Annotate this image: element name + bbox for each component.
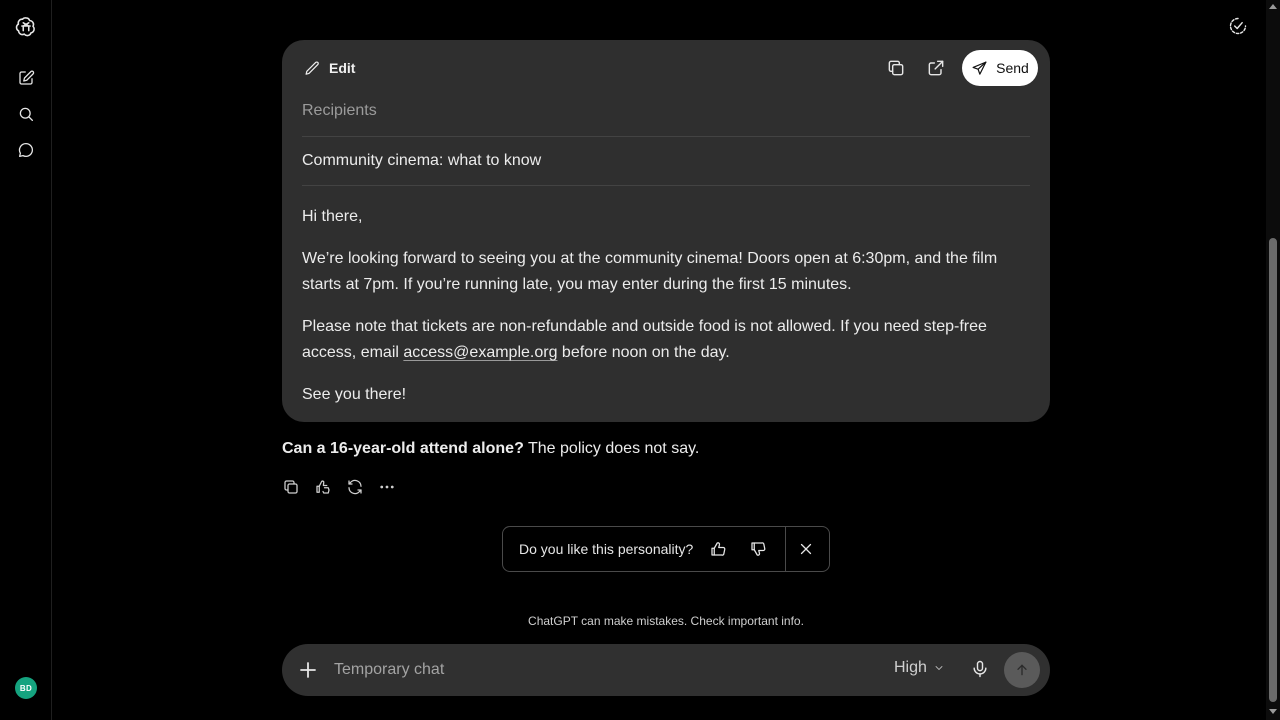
chats-icon[interactable] bbox=[14, 138, 38, 162]
sidebar: BD bbox=[0, 0, 52, 720]
personality-question: Do you like this personality? bbox=[519, 541, 694, 557]
recipients-field[interactable]: Recipients bbox=[302, 102, 1030, 120]
email-greeting: Hi there, bbox=[302, 208, 363, 225]
response-answer: The policy does not say. bbox=[523, 440, 700, 457]
thumbs-up-icon[interactable] bbox=[709, 540, 729, 560]
open-external-icon[interactable] bbox=[926, 58, 946, 78]
chat-input[interactable] bbox=[334, 656, 854, 684]
email-closing: See you there! bbox=[302, 386, 407, 403]
scrollbar[interactable] bbox=[1266, 0, 1280, 720]
paper-plane-icon bbox=[972, 61, 987, 75]
regenerate-icon[interactable] bbox=[346, 478, 366, 498]
new-chat-icon[interactable] bbox=[14, 66, 38, 90]
search-icon[interactable] bbox=[14, 102, 38, 126]
scroll-down-arrow-icon[interactable] bbox=[1269, 709, 1277, 714]
divider bbox=[302, 185, 1030, 186]
send-button-label: Send bbox=[996, 60, 1029, 76]
assistant-response: Can a 16-year-old attend alone? The poli… bbox=[282, 440, 699, 458]
avatar[interactable]: BD bbox=[15, 677, 37, 699]
temporary-chat-check-icon[interactable] bbox=[1228, 16, 1248, 36]
reasoning-level-label: High bbox=[894, 659, 927, 676]
add-attachment-icon[interactable] bbox=[296, 658, 320, 682]
email-paragraph-1: We’re looking forward to seeing you at t… bbox=[302, 250, 998, 293]
arrow-up-icon bbox=[1017, 664, 1027, 676]
openai-logo-icon[interactable] bbox=[14, 14, 38, 38]
chevron-down-icon bbox=[935, 666, 943, 670]
divider bbox=[785, 527, 786, 571]
scrollbar-thumb[interactable] bbox=[1269, 238, 1277, 702]
subject-field[interactable]: Community cinema: what to know bbox=[302, 152, 1030, 170]
personality-feedback-prompt: Do you like this personality? bbox=[502, 526, 830, 572]
thumbs-down-icon[interactable] bbox=[749, 540, 769, 560]
close-icon[interactable] bbox=[797, 540, 817, 560]
microphone-icon[interactable] bbox=[970, 659, 992, 681]
email-body[interactable]: Hi there, We’re looking forward to seein… bbox=[302, 204, 1022, 424]
copy-response-icon[interactable] bbox=[282, 478, 302, 498]
edit-button-label: Edit bbox=[329, 60, 356, 76]
email-toolbar: Edit Send bbox=[294, 50, 1038, 86]
composer: High bbox=[282, 644, 1050, 696]
send-email-button[interactable]: Send bbox=[962, 50, 1038, 86]
copy-icon[interactable] bbox=[886, 58, 906, 78]
feedback-thumbs-icon[interactable] bbox=[314, 478, 334, 498]
more-options-icon[interactable] bbox=[378, 478, 398, 498]
email-draft-card: Edit Send Recipients Community cinema: w… bbox=[282, 40, 1050, 422]
pencil-icon bbox=[305, 60, 319, 75]
response-question: Can a 16-year-old attend alone? bbox=[282, 440, 524, 457]
email-paragraph-2: Please note that tickets are non-refunda… bbox=[302, 314, 1022, 366]
reasoning-level-select[interactable]: High bbox=[894, 659, 945, 677]
access-email-link[interactable]: access@example.org bbox=[403, 344, 557, 361]
divider bbox=[302, 136, 1030, 137]
disclaimer: ChatGPT can make mistakes. Check importa… bbox=[528, 614, 804, 628]
edit-button[interactable]: Edit bbox=[294, 50, 367, 86]
paragraph-2-text-end: before noon on the day. bbox=[557, 344, 730, 361]
send-message-button[interactable] bbox=[1004, 652, 1040, 688]
scroll-up-arrow-icon[interactable] bbox=[1269, 4, 1277, 9]
